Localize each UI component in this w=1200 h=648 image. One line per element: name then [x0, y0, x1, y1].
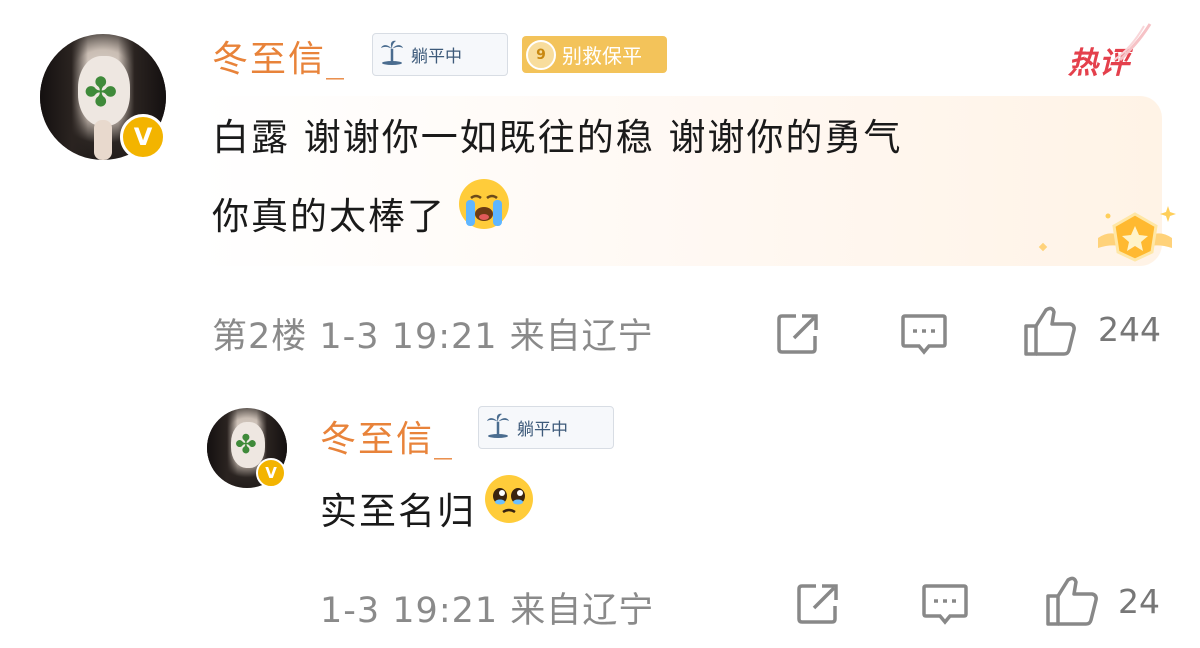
comment-meta: 第2楼 1-3 19:21 来自辽宁 — [212, 317, 654, 357]
level-badge: 9 — [526, 39, 556, 70]
share-icon — [777, 314, 818, 354]
reply-button[interactable] — [899, 310, 949, 358]
hot-flame-decoration-icon — [1113, 23, 1152, 62]
reply-text: 实至名归 — [320, 490, 476, 533]
comment-text-line1: 白露 谢谢你一如既往的稳 谢谢你的勇气 — [212, 116, 903, 159]
comment-item: ✤ V 冬至信_ 躺平中 9 别救保平 热评 白露 谢谢你一如既往的稳 谢谢你的… — [0, 0, 1200, 370]
status-tag-label: 躺平中 — [411, 47, 462, 67]
status-tag-label: 躺平中 — [517, 420, 568, 440]
clover-icon: ✤ — [235, 430, 257, 460]
reply-username[interactable]: 冬至信_ — [320, 410, 454, 462]
thumbs-up-icon — [1046, 576, 1098, 626]
share-icon — [797, 584, 838, 624]
crying-face-icon — [456, 176, 512, 258]
pleading-face-icon — [482, 472, 536, 552]
reply-share-button[interactable] — [794, 580, 842, 628]
reply-item: ✤ V 冬至信_ 躺平中 实至名归 1-3 19:21 来自辽宁 24 — [0, 390, 1200, 648]
status-tag[interactable]: 躺平中 — [372, 33, 508, 76]
like-count: 244 — [1098, 310, 1161, 349]
username[interactable]: 冬至信_ — [212, 30, 346, 82]
reply-like-button[interactable] — [1044, 574, 1100, 628]
thumbs-up-icon — [1024, 306, 1076, 356]
palm-tree-icon — [379, 39, 405, 71]
comment-icon — [922, 584, 968, 625]
comment-text: 白露 谢谢你一如既往的稳 谢谢你的勇气 你真的太棒了 — [212, 100, 1142, 258]
gold-medal-icon — [1098, 206, 1176, 262]
comment-icon — [901, 314, 947, 355]
verified-badge-icon: V — [256, 458, 286, 488]
reply-like-count: 24 — [1118, 582, 1160, 621]
comment-text-line2: 你真的太棒了 — [212, 195, 446, 238]
rescue-tag[interactable]: 9 别救保平 — [522, 36, 667, 73]
clover-icon: ✤ — [84, 70, 118, 116]
like-button[interactable] — [1022, 304, 1078, 358]
share-button[interactable] — [774, 310, 822, 358]
reply-text-row: 实至名归 — [320, 472, 536, 552]
reply-status-tag[interactable]: 躺平中 — [478, 406, 614, 449]
rescue-tag-label: 别救保平 — [562, 44, 642, 68]
verified-badge-icon: V — [120, 114, 166, 160]
palm-tree-icon — [485, 412, 511, 444]
reply-meta: 1-3 19:21 来自辽宁 — [320, 591, 655, 631]
reply-reply-button[interactable] — [920, 580, 970, 628]
